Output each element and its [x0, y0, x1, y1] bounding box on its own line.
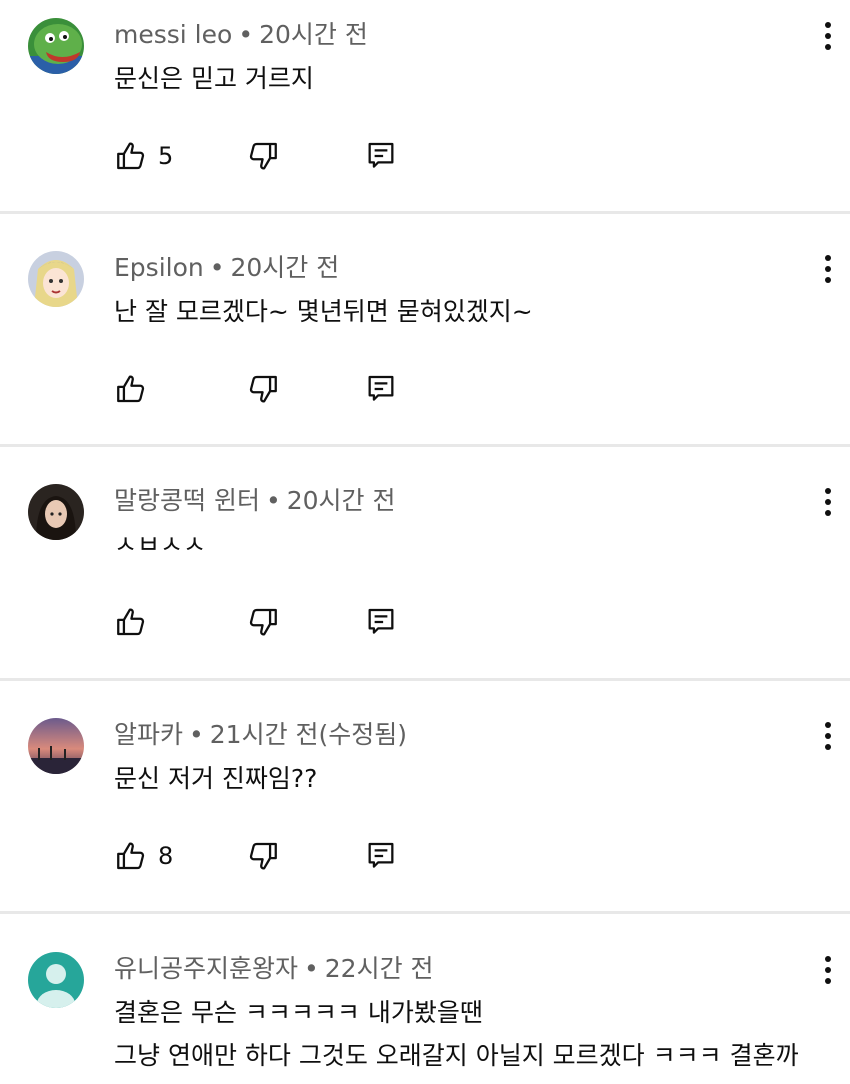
like-button[interactable]: 5 — [114, 136, 173, 176]
reply-button[interactable] — [364, 369, 398, 409]
comment-text: 문신 저거 진짜임?? — [114, 764, 318, 793]
reply-icon — [364, 139, 398, 173]
more-vert-icon[interactable] — [814, 716, 842, 756]
comment-text: 난 잘 모르겠다~ 몇년뒤면 묻혀있겠지~ — [114, 297, 533, 326]
comment-meta: messi leo • 20시간 전 — [114, 18, 368, 52]
comment-author[interactable]: 유니공주지훈왕자 — [114, 954, 298, 983]
like-button[interactable]: 8 — [114, 836, 173, 876]
avatar[interactable] — [28, 718, 84, 774]
comment-time: 22시간 전 — [324, 954, 434, 983]
more-vert-icon[interactable] — [814, 16, 842, 56]
thumb-down-icon — [246, 605, 280, 639]
thumb-down-icon — [246, 839, 280, 873]
comment-time: 20시간 전 — [230, 253, 340, 282]
reply-button[interactable] — [364, 602, 398, 642]
thumb-up-icon — [114, 605, 148, 639]
comment-meta: 알파카 • 21시간 전(수정됨) — [114, 718, 407, 752]
separator: • — [265, 486, 281, 515]
more-vert-icon[interactable] — [814, 249, 842, 289]
comment-author[interactable]: Epsilon — [114, 253, 204, 282]
comment-time: 20시간 전 — [286, 486, 396, 515]
comment-author[interactable]: 알파카 — [114, 720, 183, 749]
comment-text: 그냥 연애만 하다 그것도 오래갈지 아닐지 모르겠다 ㅋㅋㅋ 결혼까 — [114, 1041, 799, 1070]
reply-button[interactable] — [364, 836, 398, 876]
comment-author[interactable]: 말랑콩떡 윈터 — [114, 486, 260, 515]
comment-text: 문신은 믿고 거르지 — [114, 64, 314, 93]
comment-author[interactable]: messi leo — [114, 20, 232, 49]
divider — [0, 678, 850, 681]
divider — [0, 444, 850, 447]
comment-time: 20시간 전 — [259, 20, 368, 49]
more-vert-icon[interactable] — [814, 482, 842, 522]
avatar[interactable] — [28, 484, 84, 540]
avatar[interactable] — [28, 251, 84, 307]
separator: • — [238, 20, 254, 49]
comment-meta: 유니공주지훈왕자 • 22시간 전 — [114, 952, 434, 986]
reply-icon — [364, 839, 398, 873]
reply-icon — [364, 372, 398, 406]
separator: • — [189, 720, 204, 749]
avatar[interactable] — [28, 18, 84, 74]
avatar[interactable] — [28, 952, 84, 1008]
comment-meta: 말랑콩떡 윈터 • 20시간 전 — [114, 484, 395, 518]
divider — [0, 211, 850, 214]
dislike-button[interactable] — [246, 602, 280, 642]
dislike-button[interactable] — [246, 136, 280, 176]
separator: • — [304, 954, 319, 983]
like-count: 5 — [158, 142, 174, 170]
reply-icon — [364, 605, 398, 639]
more-vert-icon[interactable] — [814, 950, 842, 990]
thumb-down-icon — [246, 139, 280, 173]
thumb-down-icon — [246, 372, 280, 406]
dislike-button[interactable] — [246, 369, 280, 409]
comment-meta: Epsilon • 20시간 전 — [114, 251, 339, 285]
like-button[interactable] — [114, 369, 158, 409]
separator: • — [209, 253, 225, 282]
comment-text: ㅅㅂㅅㅅ — [114, 530, 207, 559]
like-count: 8 — [158, 842, 174, 870]
thumb-up-icon — [114, 372, 148, 406]
dislike-button[interactable] — [246, 836, 280, 876]
divider — [0, 911, 850, 914]
like-button[interactable] — [114, 602, 158, 642]
thumb-up-icon — [114, 139, 148, 173]
thumb-up-icon — [114, 839, 148, 873]
comment-time: 21시간 전(수정됨) — [209, 720, 408, 749]
reply-button[interactable] — [364, 136, 398, 176]
comment-text: 결혼은 무슨 ㅋㅋㅋㅋㅋ 내가봤을땐 — [114, 998, 483, 1027]
